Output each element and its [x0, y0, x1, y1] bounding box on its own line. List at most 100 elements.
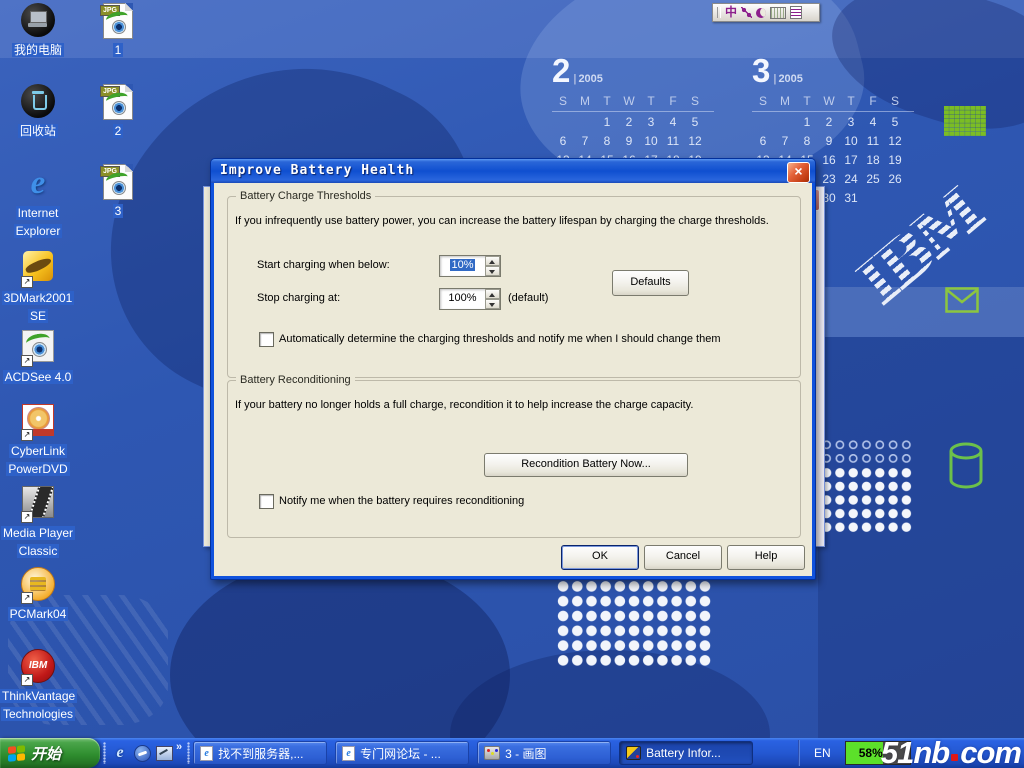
start-charging-spinbox[interactable]: 10% [439, 255, 501, 277]
notify-reconditioning-checkbox[interactable] [259, 494, 274, 509]
calendar-date: 9 [818, 134, 840, 148]
taskbar-task-label: 专门网论坛 - ... [360, 745, 441, 762]
desktop-icon-3dmark2001-se[interactable]: ↗3DMark2001 SE [0, 249, 76, 325]
wallpaper-grid-icon [944, 106, 986, 136]
calendar-date: 2 [818, 115, 840, 129]
desktop: IBM 22005 SMTWTFS 1234567891011121314151… [0, 0, 1024, 768]
desktop-icon-media-player-classic[interactable]: ↗ Media Player Classic [0, 484, 76, 560]
calendar-week-row: 12345 [752, 113, 914, 131]
cyberlink-powerdvd-icon: ↗ [20, 404, 56, 440]
desktop-icon-label: 3 [96, 202, 140, 220]
start-charging-label: Start charging when below: [257, 255, 390, 275]
ime-menu-icon[interactable] [790, 6, 802, 19]
ime-chinese-icon[interactable]: 中 [725, 6, 737, 19]
desktop-icon-jpg-1[interactable]: JPG 1 [96, 3, 140, 59]
spin-down-button[interactable] [485, 266, 500, 276]
calendar-date: 23 [818, 172, 840, 186]
calendar-month-number: 3 [752, 54, 770, 87]
desktop-icon-pcmark04[interactable]: ↗PCMark04 [0, 566, 76, 623]
defaults-button[interactable]: Defaults [612, 270, 689, 296]
ime-language-bar[interactable]: 中 [712, 3, 820, 22]
calendar-date: 12 [684, 134, 706, 148]
acdsee-4-0-icon: ↗ [20, 330, 56, 366]
calendar-day-header: T [640, 94, 662, 108]
watermark-red-dot [951, 754, 958, 761]
calendar-date: 9 [618, 134, 640, 148]
cancel-button[interactable]: Cancel [644, 545, 722, 570]
shortcut-arrow-icon: ↗ [21, 592, 33, 604]
calendar-date: 2 [618, 115, 640, 129]
desktop-icon-label-text: 回收站 [18, 124, 58, 138]
desktop-icon-cyberlink-powerdvd[interactable]: ↗ CyberLink PowerDVD [0, 402, 76, 478]
desktop-icon-label: 回收站 [0, 122, 76, 140]
spin-up-button[interactable] [485, 256, 500, 266]
calendar-day-headers: SMTWTFS [552, 92, 714, 112]
calendar-week-row: 6789101112 [752, 132, 914, 150]
ime-keyboard-icon[interactable] [770, 7, 786, 19]
desktop-icon-my-computer[interactable]: 我的电脑 [0, 3, 76, 59]
language-indicator[interactable]: EN [814, 746, 831, 760]
taskbar-task-3[interactable]: 3 - 画图 [477, 741, 611, 765]
stop-charging-spinbox[interactable]: 100% [439, 288, 501, 310]
quick-launch-app-icon[interactable] [131, 740, 153, 766]
desktop-icon-internet-explorer[interactable]: e Internet Explorer [0, 166, 76, 240]
spin-up-button[interactable] [485, 289, 500, 299]
calendar-date: 1 [796, 115, 818, 129]
start-charging-value[interactable]: 10% [440, 257, 485, 275]
calendar-date: 7 [574, 134, 596, 148]
desktop-icon-jpg-3[interactable]: JPG3 [96, 164, 140, 220]
calendar-week-row: 12345 [552, 113, 714, 131]
calendar-day-header: F [862, 94, 884, 108]
calendar-day-header: S [684, 94, 706, 108]
help-button[interactable]: Help [727, 545, 805, 570]
calendar-day-header: T [840, 94, 862, 108]
ime-tone-icon[interactable] [741, 7, 752, 18]
taskbar-separator [187, 742, 190, 764]
desktop-icon-label-text: CyberLink PowerDVD [6, 444, 69, 476]
calendar-date: 6 [752, 134, 774, 148]
jpg-file-icon: JPG [100, 84, 136, 120]
dialog-titlebar[interactable]: Improve Battery Health × [211, 159, 815, 183]
calendar-date: 8 [796, 134, 818, 148]
ok-button[interactable]: OK [561, 545, 639, 570]
quick-launch-ie-icon[interactable]: e [109, 740, 131, 766]
calendar-day-header: S [884, 94, 906, 108]
spin-down-button[interactable] [485, 299, 500, 309]
ime-grip-handle[interactable] [717, 7, 721, 18]
quick-launch-show-desktop-icon[interactable] [153, 740, 175, 766]
desktop-icon-label: Media Player Classic [0, 524, 76, 560]
desktop-icon-recycle-bin[interactable]: 回收站 [0, 84, 76, 140]
quick-launch-overflow-chevron[interactable]: » [176, 741, 182, 753]
desktop-icon-thinkvantage-technologies[interactable]: IBM↗ThinkVantage Technologies [0, 648, 76, 723]
ime-fullwidth-icon[interactable] [756, 8, 766, 18]
group-title: Battery Reconditioning [236, 374, 355, 386]
recondition-battery-now-button[interactable]: Recondition Battery Now... [484, 453, 688, 477]
desktop-icon-jpg-2[interactable]: JPG 2 [96, 84, 140, 140]
taskbar-task-2[interactable]: e专门网论坛 - ... [335, 741, 469, 765]
shortcut-arrow-icon: ↗ [21, 511, 33, 523]
wallpaper-cylinder-icon [947, 442, 985, 495]
desktop-icon-label: 2 [96, 122, 140, 140]
calendar-date: 5 [684, 115, 706, 129]
auto-threshold-checkbox[interactable] [259, 332, 274, 347]
desktop-icon-label-text: Internet Explorer [14, 206, 63, 238]
group-title: Battery Charge Thresholds [236, 190, 375, 202]
taskbar-separator [103, 742, 106, 764]
taskbar-task-1[interactable]: e找不到服务器,... [193, 741, 327, 765]
calendar-day-header: M [774, 94, 796, 108]
stop-charging-value[interactable]: 100% [440, 290, 485, 308]
taskbar-task-4[interactable]: Battery Infor... [619, 741, 753, 765]
start-button-label: 开始 [31, 743, 61, 764]
start-button[interactable]: 开始 [0, 738, 100, 768]
calendar-date: 6 [552, 134, 574, 148]
group-description: If your battery no longer holds a full c… [235, 399, 791, 411]
close-button[interactable]: × [787, 162, 810, 183]
internet-explorer-icon: e [20, 166, 56, 202]
dialog-body: Battery Charge Thresholds If you infrequ… [214, 183, 812, 576]
desktop-icon-acdsee-4-0[interactable]: ↗ACDSee 4.0 [0, 328, 76, 386]
desktop-icon-label-text: Media Player Classic [1, 526, 75, 558]
paint-icon [484, 746, 500, 760]
jpg-file-icon: JPG [100, 3, 136, 39]
taskbar-task-label: 3 - 画图 [505, 745, 546, 762]
desktop-icon-label: 1 [96, 41, 140, 59]
